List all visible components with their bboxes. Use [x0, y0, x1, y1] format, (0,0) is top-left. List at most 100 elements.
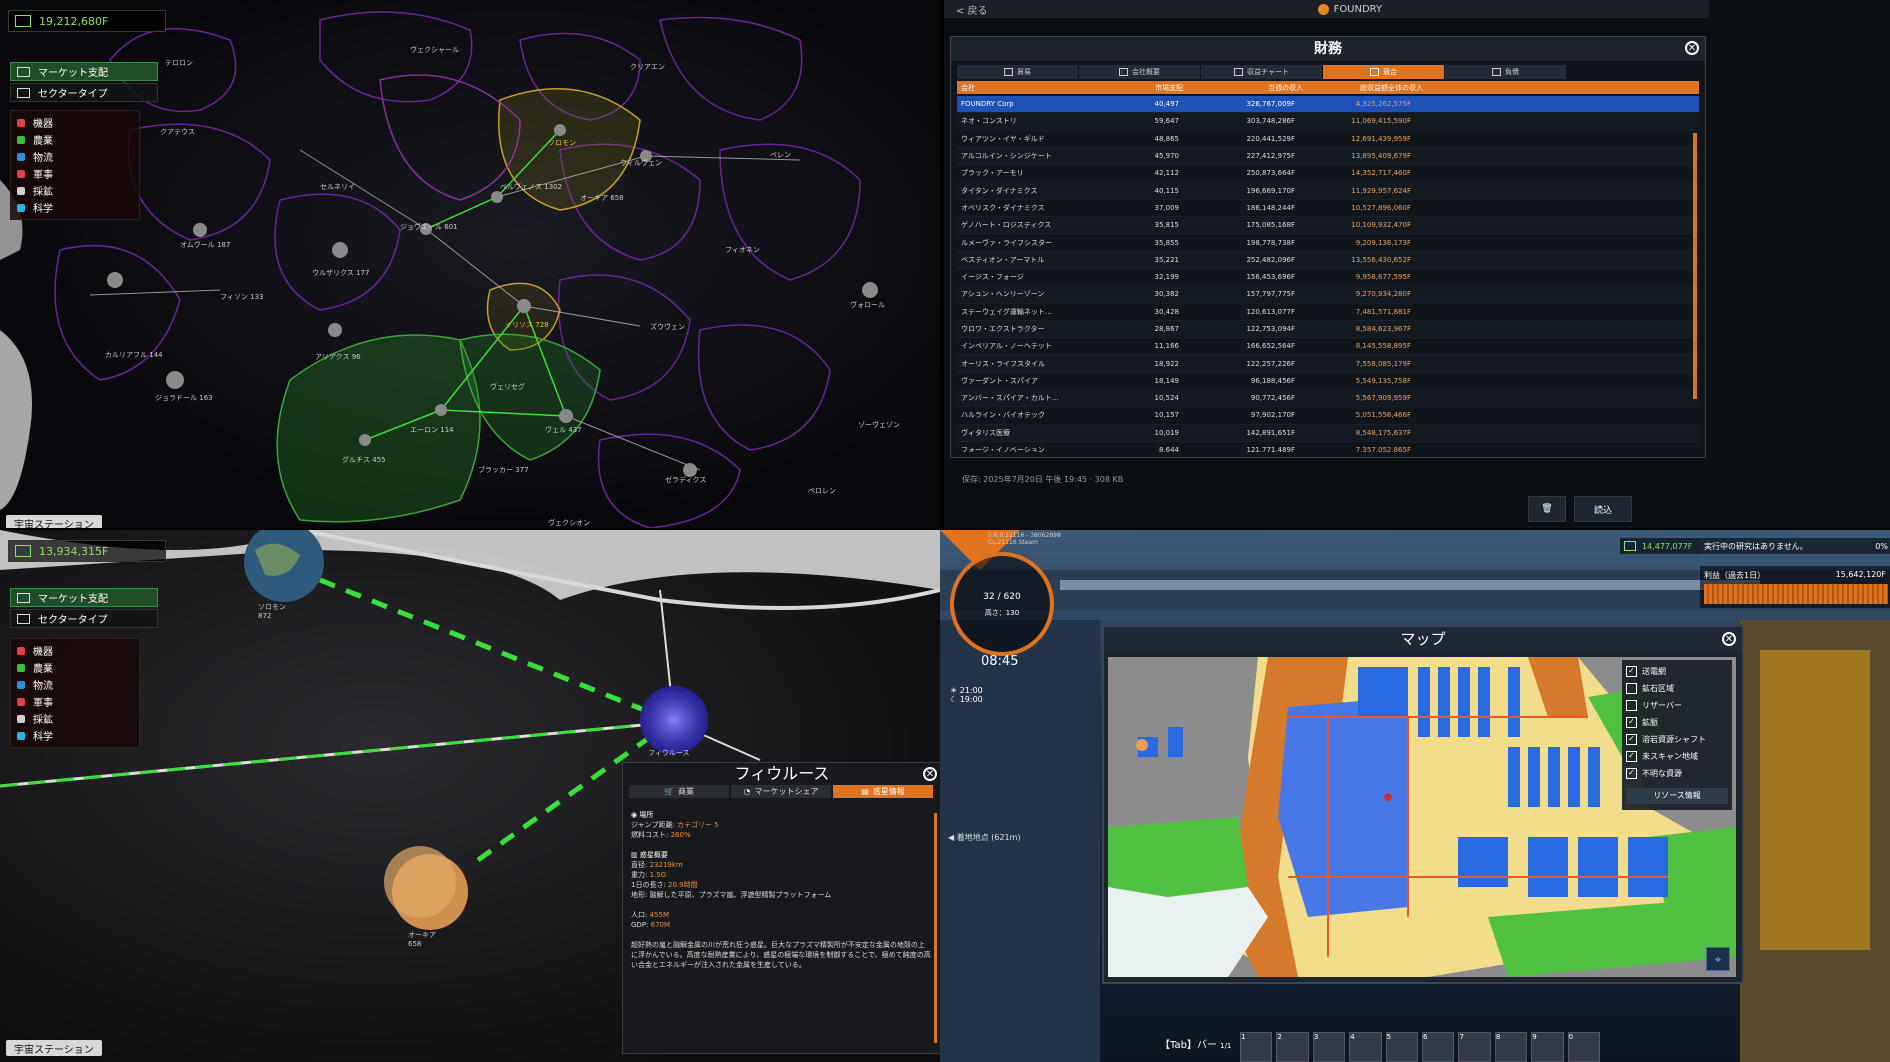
- planet-label[interactable]: オーキア 658: [408, 930, 436, 948]
- table-row[interactable]: ステーウェイグ運輸ネット… 30,428 120,613,077F 7,481,571…: [957, 304, 1699, 321]
- menu-sector-type[interactable]: セクタータイプ: [10, 83, 158, 102]
- table-row[interactable]: ヴィタリス医療 10,019 142,891,651F 8,548,175,637F: [957, 424, 1699, 442]
- table-row[interactable]: ネオ・コンストリ 59,647 303,748,286F 11,069,415,590…: [957, 113, 1699, 131]
- hotbar-slot[interactable]: 8: [1494, 1032, 1528, 1062]
- table-cell: 8,644: [1158, 446, 1179, 452]
- profit-widget: 利益（過去1日） 15,642,120F: [1700, 566, 1890, 608]
- column-total-revenue[interactable]: 総収益額全体の収入: [1309, 83, 1429, 93]
- table-row[interactable]: インペリアル・ノーヘテット 11,166 166,652,564F 8,145,558…: [957, 338, 1699, 356]
- hotbar-slot[interactable]: 0: [1567, 1032, 1601, 1062]
- category-agriculture[interactable]: 農業: [11, 131, 139, 148]
- table-row[interactable]: ブラック・アーモリ 42,112 250,873,664F 14,352,717,46…: [957, 165, 1699, 183]
- hotbar-slot[interactable]: 7: [1458, 1032, 1491, 1062]
- hotbar-slot[interactable]: 6: [1422, 1032, 1455, 1062]
- legend-unknown-resource[interactable]: ✓ 不明な資源: [1626, 765, 1728, 782]
- table-row[interactable]: ヴァーダント・スパイア 18,149 96,188,456F 5,549,135,75…: [957, 373, 1699, 391]
- table-cell: 121,771,489F: [1246, 446, 1295, 452]
- table-cell: 96,188,456F: [1250, 376, 1295, 385]
- tab-company-overview[interactable]: 会社概要: [1079, 65, 1201, 79]
- table-row[interactable]: オベリスク・ダイナミクス 37,009 186,148,244F 10,527,896…: [957, 200, 1699, 218]
- load-button[interactable]: 読込: [1574, 496, 1632, 522]
- planet-label[interactable]: ソロモン 872: [258, 602, 286, 620]
- table-row[interactable]: タイタン・ダイナミクス 40,115 196,669,170F 11,929,957,…: [957, 182, 1699, 200]
- table-row[interactable]: ウロワ・エクストラクター 28,867 122,753,094F 8,584,623,…: [957, 320, 1699, 339]
- table-row[interactable]: ベスティオン・アーマトル 35,221 252,482,096F 13,556,430…: [957, 251, 1699, 269]
- planet-label[interactable]: フィウルース: [648, 748, 690, 758]
- category-science[interactable]: 科学: [11, 727, 139, 744]
- tab-commerce[interactable]: 🛒 商業: [629, 785, 729, 798]
- category-logistics[interactable]: 物流: [11, 148, 139, 165]
- delete-button[interactable]: 🗑: [1528, 496, 1566, 522]
- close-icon[interactable]: ✕: [1722, 632, 1736, 646]
- menu-sector-type[interactable]: セクタータイプ: [10, 609, 158, 628]
- legend-unscanned[interactable]: ✓ 未スキャン地域: [1626, 748, 1728, 765]
- tab-planet-info[interactable]: ▤ 惑星情報: [833, 785, 933, 798]
- table-row[interactable]: ゲノハート・ロジスティクス 35,815 175,085,168F 10,109,93…: [957, 217, 1699, 235]
- legend-reservoir[interactable]: リザーバー: [1626, 697, 1728, 714]
- planet-description: 超好熱の嵐と融解金属の川が荒れ狂う惑星。巨大なプラズマ精製所が不安定な金属の地殻…: [631, 941, 931, 969]
- menu-market-dominance[interactable]: マーケット支配: [10, 588, 158, 607]
- legend-lava-shaft[interactable]: ✓ 溶岩資源シャフト: [1626, 731, 1728, 748]
- galaxy-map-view[interactable]: 19,212,680F マーケット支配 セクタータイプ 機器 農業 物流 軍事 …: [0, 0, 940, 528]
- space-station-button[interactable]: 宇宙ステーション: [6, 1040, 102, 1056]
- credits-display: 14,477,077F: [1620, 538, 1700, 554]
- category-mining[interactable]: 採鉱: [11, 710, 139, 727]
- table-row[interactable]: ハルライン・バイオテック 10,157 97,902,170F 5,051,556,4…: [957, 407, 1699, 425]
- close-icon[interactable]: ✕: [923, 767, 937, 781]
- menu-market-dominance[interactable]: マーケット支配: [10, 62, 158, 81]
- table-header: 会社 市場支配 当週の収入 総収益額全体の収入: [957, 81, 1699, 94]
- tab-debt[interactable]: 負債: [1445, 65, 1567, 79]
- hotbar-slot[interactable]: 1: [1240, 1032, 1273, 1062]
- resource-info-button[interactable]: リソース情報: [1626, 788, 1728, 804]
- category-military[interactable]: 軍事: [11, 165, 139, 182]
- table-cell: 42,112: [1154, 169, 1180, 178]
- table-row[interactable]: ルメーヴァ・ライフシスター 35,855 198,778,738F 9,209,136…: [957, 234, 1699, 252]
- scrollbar[interactable]: [1693, 133, 1697, 399]
- legend-power-grid[interactable]: ✓ 送電網: [1626, 663, 1728, 680]
- credits-icon: [15, 545, 31, 557]
- category-logistics[interactable]: 物流: [11, 676, 139, 693]
- category-science[interactable]: 科学: [11, 199, 139, 216]
- hotbar-slot[interactable]: 5: [1385, 1032, 1419, 1062]
- table-cell: ステーウェイグ運輸ネット…: [961, 307, 1052, 316]
- hotbar-slot[interactable]: 4: [1349, 1032, 1382, 1062]
- table-row[interactable]: FOUNDRY Corp 40,497 326,767,009F 4,325,262,…: [957, 96, 1699, 114]
- table-row[interactable]: アルコルイン・シンジケート 45,970 227,412,975F 13,895,40…: [957, 147, 1699, 166]
- category-equipment[interactable]: 機器: [11, 114, 139, 131]
- hotbar-slot[interactable]: 9: [1531, 1032, 1564, 1062]
- scrollbar[interactable]: [934, 813, 937, 1043]
- table-row[interactable]: イージス・フォージ 32,199 156,453,696F 9,958,677,595…: [957, 269, 1699, 287]
- table-cell: 97,902,170F: [1250, 411, 1295, 420]
- close-icon[interactable]: ✕: [1685, 41, 1699, 55]
- credits-value: 19,212,680F: [39, 14, 109, 28]
- category-equipment[interactable]: 機器: [11, 642, 139, 659]
- hotbar-slot[interactable]: 3: [1312, 1032, 1346, 1062]
- tab-market-share[interactable]: ◔ マーケットシェア: [731, 785, 831, 798]
- planet-tabs: 🛒 商業 ◔ マーケットシェア ▤ 惑星情報: [629, 785, 935, 798]
- diameter: 直径: 23219km: [631, 861, 683, 869]
- category-agriculture[interactable]: 農業: [11, 659, 139, 676]
- table-row[interactable]: フォージ・イノベーション 8,644 121,771,489F 7,357,052,8…: [957, 442, 1699, 452]
- table-row[interactable]: ウィアツン・イヤ・ギルド 48,865 220,441,529F 12,691,439…: [957, 131, 1699, 148]
- table-cell: 252,482,096F: [1246, 255, 1295, 264]
- tab-trade[interactable]: 貿易: [957, 65, 1079, 79]
- category-mining[interactable]: 採鉱: [11, 182, 139, 199]
- locate-pin-icon[interactable]: ⌖: [1706, 947, 1730, 971]
- table-cell: ハルライン・バイオテック: [961, 411, 1045, 420]
- tab-revenue-chart[interactable]: 収益チャート: [1201, 65, 1323, 79]
- table-row[interactable]: アンバー・スパイア・カルト… 10,524 90,772,456F 5,567,909…: [957, 390, 1699, 408]
- category-military[interactable]: 軍事: [11, 693, 139, 710]
- column-company[interactable]: 会社: [957, 83, 1071, 93]
- column-weekly-income[interactable]: 当週の収入: [1189, 83, 1309, 93]
- table-row[interactable]: アシュン・ヘンリーゾーン 30,382 157,797,775F 9,270,934,…: [957, 286, 1699, 304]
- legend-ore-vein[interactable]: ✓ 鉱脈: [1626, 714, 1728, 731]
- finance-tabs: 貿易 会社概要 収益チャート 競合 負債: [957, 65, 1699, 79]
- table-row[interactable]: オーリス・ライフスタイル 18,922 122,257,226F 7,558,085,…: [957, 355, 1699, 373]
- back-button[interactable]: < 戻る: [956, 2, 988, 17]
- legend-ore-zone[interactable]: 鉱石区域: [1626, 680, 1728, 697]
- space-station-button[interactable]: 宇宙ステーション: [6, 515, 102, 528]
- hotbar-slot[interactable]: 2: [1276, 1032, 1309, 1062]
- tab-competitors[interactable]: 競合: [1323, 65, 1445, 79]
- column-market-share[interactable]: 市場支配: [1071, 83, 1189, 93]
- planet-view[interactable]: 13,934,315F マーケット支配 セクタータイプ 機器 農業 物流 軍事 …: [0, 530, 940, 1062]
